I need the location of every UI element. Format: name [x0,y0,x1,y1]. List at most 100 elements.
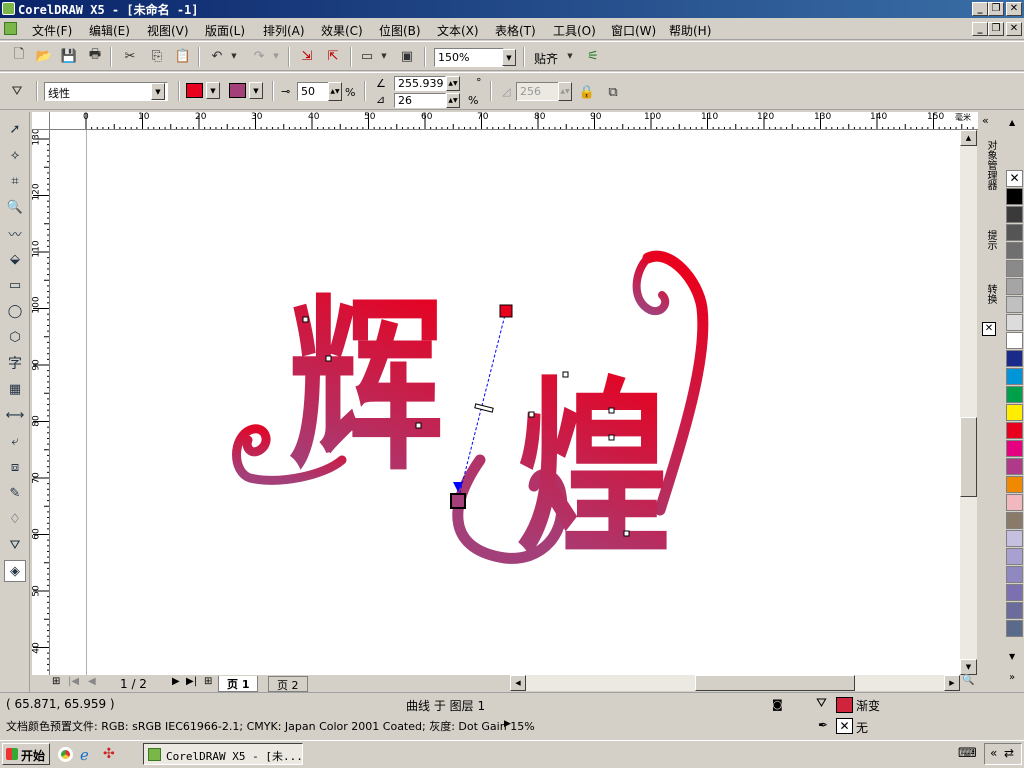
midpoint-spinner-icon[interactable]: ▲▼ [328,82,342,101]
app-quicklaunch-icon[interactable]: ✣ [103,746,115,762]
palette-swatch[interactable] [1006,314,1023,331]
import-icon[interactable]: ⇲ [296,45,318,67]
doc-close-button[interactable]: ✕ [1006,22,1022,36]
menu-window[interactable]: 窗口(W) [611,22,656,39]
table-tool-icon[interactable]: ▦ [4,378,26,400]
angle-spinner-icon[interactable]: ▲▼ [446,76,460,91]
menu-bitmaps[interactable]: 位图(B) [379,22,421,39]
minimize-button[interactable]: _ [972,2,988,16]
restore-button[interactable]: ❐ [988,2,1004,16]
menu-arrange[interactable]: 排列(A) [263,22,305,39]
menu-text[interactable]: 文本(X) [437,22,479,39]
ellipse-tool-icon[interactable]: ◯ [4,300,26,322]
add-page-after-icon[interactable]: ⊞ [204,676,212,687]
doc-restore-button[interactable]: ❐ [988,22,1004,36]
angle-field[interactable]: 255.939 [394,76,446,91]
ie-icon[interactable]: ℯ [80,746,89,764]
fill-color-indicator[interactable] [836,697,853,713]
print-icon[interactable]: 🖶 [84,45,106,67]
palette-swatch[interactable] [1006,350,1023,367]
copy-icon[interactable]: ⎘ [146,45,168,67]
palette-swatch[interactable] [1006,206,1023,223]
menu-help[interactable]: 帮助(H) [669,22,711,39]
palette-swatch[interactable] [1006,224,1023,241]
cut-icon[interactable]: ✂ [119,45,141,67]
shape-tool-icon[interactable]: ⟡ [4,144,26,166]
menu-view[interactable]: 视图(V) [147,22,189,39]
zoom-level-field[interactable]: 150% [434,48,504,67]
fill-type-dropdown-icon[interactable]: ▼ [151,83,165,100]
menu-effects[interactable]: 效果(C) [321,22,363,39]
pick-tool-icon[interactable]: ➚ [4,118,26,140]
dimension-tool-icon[interactable]: ⟷ [4,404,26,426]
palette-swatch[interactable] [1006,440,1023,457]
docker-tab-transform[interactable]: 转换 [983,284,998,304]
add-page-icon[interactable]: ⊞ [52,676,60,687]
tray-expand-icon[interactable]: « [990,746,997,760]
lock-icon[interactable]: 🔒 [576,81,598,103]
zoom-dropdown-icon[interactable]: ▼ [502,49,516,66]
redo-icon[interactable]: ↷ [248,45,270,67]
edge-spinner-icon[interactable]: ▲▼ [558,82,572,101]
steps-spinner-icon[interactable]: ▲▼ [446,93,460,108]
palette-swatch[interactable] [1006,368,1023,385]
palette-scroll-up-icon[interactable]: ▲ [1009,118,1015,127]
scroll-right-icon[interactable]: ▶ [944,675,960,691]
menu-table[interactable]: 表格(T) [495,22,536,39]
text-tool-icon[interactable]: 字 [4,352,26,374]
palette-swatch[interactable] [1006,188,1023,205]
prev-page-icon[interactable]: ◀ [88,676,96,687]
undo-dropdown-icon[interactable]: ▼ [228,45,240,67]
artwork[interactable]: 辉 煌 [50,130,960,675]
blend-tool-icon[interactable]: ⧈ [4,456,26,478]
interactive-fill-tool-icon[interactable]: ◈ [4,560,26,582]
palette-swatch[interactable] [1006,296,1023,313]
profile-arrow-icon[interactable]: ▶ [504,719,511,729]
launcher-dropdown-icon[interactable]: ▼ [378,45,390,67]
end-color-dropdown-icon[interactable]: ▼ [249,82,263,99]
options-icon[interactable]: ⚟ [582,45,604,67]
snapshot-icon[interactable]: ◙ [772,698,783,711]
menu-edit[interactable]: 编辑(E) [89,22,130,39]
fill-tool-icon[interactable]: ⛛ [4,534,26,556]
color-profile-info[interactable]: 文档颜色预置文件: RGB: sRGB IEC61966-2.1; CMYK: … [6,718,535,734]
next-page-icon[interactable]: ▶ [172,676,180,687]
page-tab-2[interactable]: 页 2 [268,676,308,692]
h-scroll-thumb[interactable] [695,675,855,691]
horizontal-scrollbar[interactable]: ◀ ▶ [510,675,960,691]
polygon-tool-icon[interactable]: ⬡ [4,326,26,348]
menu-layout[interactable]: 版面(L) [205,22,245,39]
snap-to-label[interactable]: 贴齐 [534,50,558,67]
drawing-canvas[interactable]: 辉 煌 [50,130,960,675]
palette-scroll-down-icon[interactable]: ▼ [1009,652,1015,661]
docker-close-icon[interactable]: ✕ [982,322,996,336]
palette-swatch[interactable] [1006,422,1023,439]
redo-dropdown-icon[interactable]: ▼ [270,45,282,67]
first-page-icon[interactable]: |◀ [68,676,79,687]
last-page-icon[interactable]: ▶| [186,676,197,687]
palette-swatch[interactable] [1006,386,1023,403]
docker-tab-hints[interactable]: 提示 [983,230,998,250]
palette-swatch[interactable] [1006,242,1023,259]
palette-swatch[interactable] [1006,476,1023,493]
docker-tab-object-manager[interactable]: 对象管理器 [983,140,998,190]
zoom-tool-icon[interactable]: 🔍 [4,196,26,218]
network-icon[interactable]: ⇄ [1004,746,1014,760]
palette-swatch[interactable] [1006,512,1023,529]
open-folder-icon[interactable]: 📂 [33,45,55,67]
welcome-screen-icon[interactable]: ▣ [396,45,418,67]
ruler-corner[interactable] [32,112,50,130]
keyboard-icon[interactable]: ⌨ [958,746,977,761]
palette-swatch[interactable] [1006,494,1023,511]
palette-swatch[interactable] [1006,620,1023,637]
freehand-tool-icon[interactable]: 〰 [4,222,26,244]
horizontal-ruler[interactable]: 0 10 20 30 40 50 60 70 80 90 100 110 120… [50,112,978,130]
fill-type-select[interactable]: 线性 [44,82,168,101]
palette-swatch[interactable] [1006,458,1023,475]
palette-swatch[interactable] [1006,404,1023,421]
undo-icon[interactable]: ↶ [206,45,228,67]
palette-swatch[interactable] [1006,548,1023,565]
palette-swatch[interactable] [1006,584,1023,601]
start-color-dropdown-icon[interactable]: ▼ [206,82,220,99]
snap-dropdown-icon[interactable]: ▼ [564,45,576,67]
